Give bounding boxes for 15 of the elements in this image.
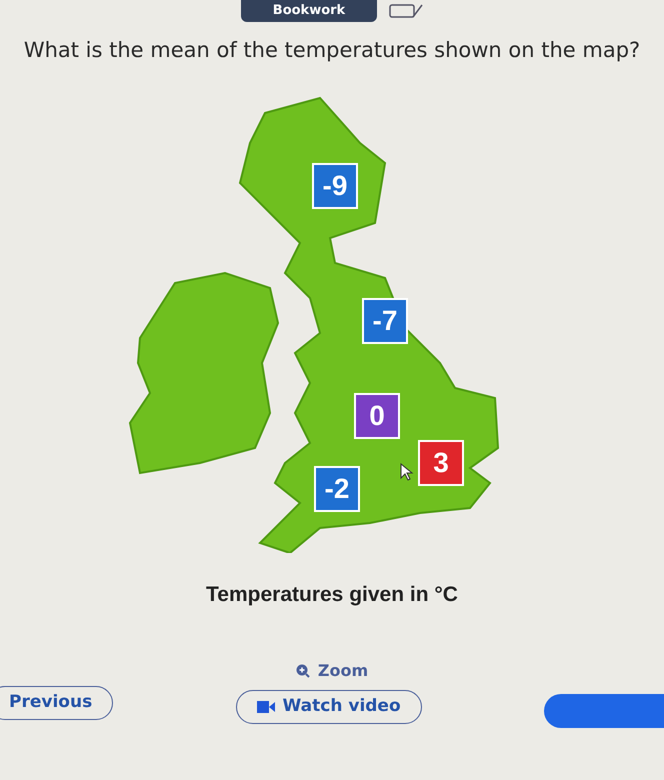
zoom-link[interactable]: Zoom — [318, 659, 368, 684]
cursor-icon — [400, 462, 414, 481]
temperature-label: 0 — [354, 392, 400, 439]
question-text: What is the mean of the temperatures shown on the map? — [22, 37, 642, 64]
next-button[interactable] — [544, 694, 664, 728]
zoom-icon — [296, 664, 310, 678]
caption-text: Temperatures given in °C — [206, 582, 458, 608]
previous-button[interactable]: Previous — [0, 686, 114, 720]
temperature-label: -2 — [314, 466, 360, 512]
watch-video-button[interactable]: Watch video — [236, 690, 422, 724]
temperature-label: -7 — [362, 298, 408, 344]
video-icon — [256, 701, 275, 714]
temperature-label: -9 — [312, 162, 358, 209]
temperature-label: 3 — [418, 440, 464, 486]
bookwork-badge: Bookwork — [240, 0, 378, 22]
